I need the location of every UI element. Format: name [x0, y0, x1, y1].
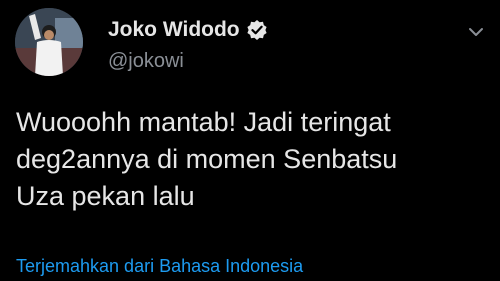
verified-badge-icon — [246, 19, 268, 41]
translate-link[interactable]: Terjemahkan dari Bahasa Indonesia — [16, 256, 303, 277]
tweet-text: Wuooohh mantab! Jadi teringat deg2annya … — [16, 104, 486, 215]
author-name-row: Joko Widodo — [108, 18, 268, 42]
chevron-down-icon[interactable] — [468, 24, 484, 40]
tweet-card: Joko Widodo @jokowi Wuooohh mantab! Jadi… — [0, 0, 500, 281]
profile-photo-icon — [15, 8, 83, 76]
author-name[interactable]: Joko Widodo — [108, 18, 240, 42]
tweet-text-line: Uza pekan lalu — [16, 181, 195, 211]
avatar[interactable] — [15, 8, 83, 76]
tweet-text-line: Wuooohh mantab! Jadi teringat — [16, 107, 391, 137]
author-handle[interactable]: @jokowi — [108, 50, 184, 73]
tweet-text-line: deg2annya di momen Senbatsu — [16, 144, 398, 174]
